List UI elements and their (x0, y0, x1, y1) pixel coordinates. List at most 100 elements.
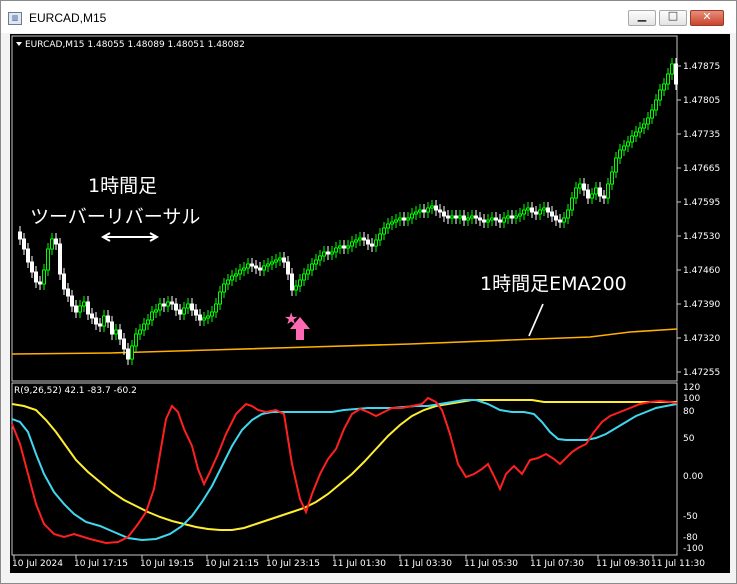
chart-canvas[interactable]: EURCAD,M15 1.48055 1.48089 1.48051 1.480… (10, 34, 730, 573)
candle-body (194, 309, 198, 316)
window-title: EURCAD,M15 (29, 11, 107, 25)
candle-body (342, 245, 346, 249)
candle-body (298, 279, 302, 287)
candle-body (78, 305, 82, 313)
candle-body (106, 315, 110, 323)
candle-body (86, 301, 90, 315)
candle-body (310, 263, 314, 271)
candle-body (498, 219, 502, 223)
chart-area[interactable]: EURCAD,M15 1.48055 1.48089 1.48051 1.480… (10, 34, 730, 573)
close-button[interactable]: ✕ (690, 10, 724, 26)
indicator-level-label: 100 (683, 394, 700, 404)
candle-body (594, 187, 598, 195)
indicator-level-label: 0.00 (683, 472, 703, 482)
maximize-button[interactable]: □ (659, 9, 687, 26)
candle-body (158, 303, 162, 311)
candle-body (94, 317, 98, 325)
candle-body (142, 323, 146, 331)
candle-body (618, 149, 622, 159)
candle-body (374, 239, 378, 247)
candle-body (466, 217, 470, 221)
candle-body (306, 269, 310, 275)
candle-body (22, 238, 26, 250)
candle-body (610, 171, 614, 185)
candle-body (634, 131, 638, 137)
candle-body (398, 217, 402, 221)
candle-body (402, 217, 406, 221)
candle-body (266, 263, 270, 267)
candle-body (590, 193, 594, 199)
time-label: 11 Jul 07:30 (530, 559, 584, 569)
candle-body (422, 209, 426, 213)
time-label: 10 Jul 2024 (12, 559, 63, 569)
candle-body (262, 265, 266, 271)
indicator-level-label: 120 (683, 383, 700, 393)
candle-body (50, 238, 54, 250)
minimize-button[interactable]: ▁ (628, 9, 656, 26)
time-label: 10 Jul 17:15 (74, 559, 128, 569)
candle-body (414, 211, 418, 215)
candle-body (426, 207, 430, 213)
candle-body (602, 195, 606, 199)
candle-body (154, 309, 158, 313)
candle-body (338, 245, 342, 249)
candle-body (326, 251, 330, 255)
indicator-level-label: -80 (683, 533, 698, 543)
price-label: 1.47665 (683, 164, 720, 174)
candle-body (674, 63, 678, 85)
candle-body (666, 73, 670, 85)
candle-body (506, 215, 510, 219)
close-icon: ✕ (702, 10, 712, 23)
time-label: 11 Jul 03:30 (398, 559, 452, 569)
candle-body (470, 215, 474, 219)
price-label: 1.47875 (683, 62, 720, 72)
candle-body (254, 265, 258, 269)
candle-body (74, 305, 78, 313)
candle-body (642, 123, 646, 129)
candle-body (246, 263, 250, 269)
candle-body (530, 207, 534, 213)
time-axis: 10 Jul 2024 10 Jul 17:15 10 Jul 19:15 10 Ju… (12, 555, 705, 569)
candle-body (222, 283, 226, 293)
candle-body (394, 219, 398, 223)
candle-body (606, 183, 610, 199)
candle-body (170, 301, 174, 305)
candle-body (370, 243, 374, 247)
candle-body (274, 259, 278, 263)
candle-body (462, 215, 466, 221)
candle-body (350, 241, 354, 247)
triangle-down-icon[interactable] (16, 42, 22, 46)
candle-body (70, 295, 74, 307)
candle-body (546, 207, 550, 213)
candle-body (126, 348, 130, 360)
candle-body (550, 211, 554, 217)
candle-body (98, 323, 102, 327)
candle-body (482, 219, 486, 223)
candle-body (18, 231, 22, 240)
price-label: 1.47255 (683, 368, 720, 378)
candle-body (566, 209, 570, 219)
indicator-level-label: -50 (683, 512, 698, 522)
candle-body (446, 215, 450, 219)
candle-body (166, 301, 170, 307)
candle-body (378, 233, 382, 241)
candle-body (210, 311, 214, 317)
candle-body (314, 259, 318, 265)
candle-body (522, 209, 526, 215)
candle-body (490, 217, 494, 221)
title-bar[interactable]: ▥ EURCAD,M15 ▁ □ ✕ (1, 1, 736, 33)
candle-body (390, 221, 394, 225)
candle-body (290, 273, 294, 291)
candle-body (102, 315, 106, 327)
candle-body (258, 267, 262, 271)
price-label: 1.47390 (683, 300, 720, 310)
candle-body (118, 329, 122, 340)
candle-body (58, 243, 62, 275)
candle-body (130, 345, 134, 360)
candle-body (570, 197, 574, 211)
candle-body (650, 109, 654, 119)
candle-body (182, 307, 186, 315)
candle-body (150, 311, 154, 321)
price-label: 1.47735 (683, 130, 720, 140)
candle-body (614, 157, 618, 173)
